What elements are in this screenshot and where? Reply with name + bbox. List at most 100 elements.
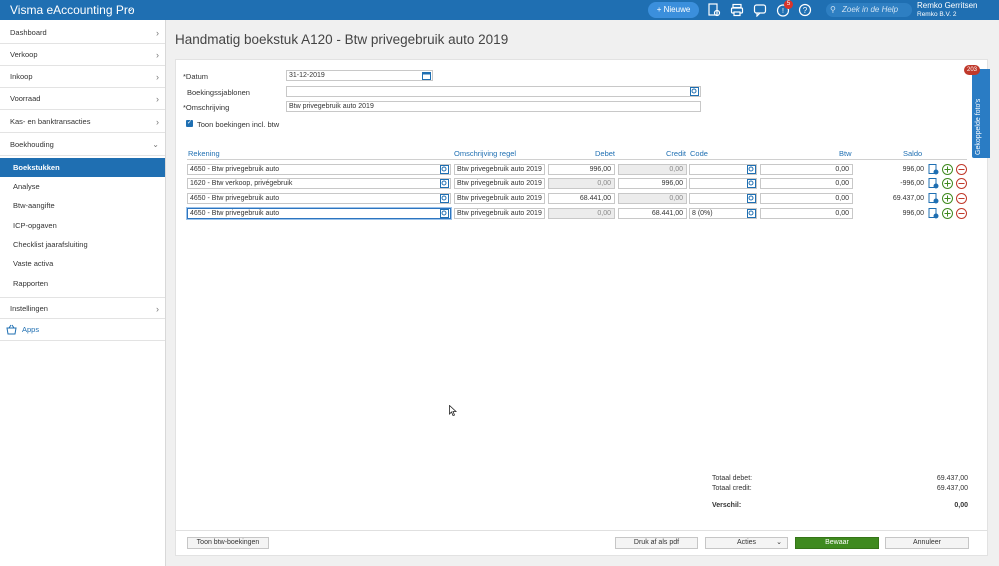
remove-row-icon[interactable] <box>956 193 967 204</box>
vat-field[interactable]: 0,00 <box>760 178 853 189</box>
lookup-icon[interactable] <box>690 87 699 96</box>
sidebar-subitem-icp-opgaven[interactable]: ICP-opgaven <box>0 216 165 235</box>
footer-divider <box>176 530 987 531</box>
description-field[interactable]: Btw privegebruik auto 2019 <box>286 101 701 112</box>
sidebar-item-kas-bank[interactable]: Kas- en banktransacties › <box>0 111 165 133</box>
chat-icon[interactable] <box>753 3 767 17</box>
account-field[interactable]: 1620 - Btw verkoop, privégebruik <box>187 178 451 189</box>
line-description-field[interactable]: Btw privegebruik auto 2019 <box>454 178 545 189</box>
account-field[interactable]: 4650 - Btw privegebruik auto <box>187 164 451 175</box>
new-button[interactable]: + Nieuwe <box>648 2 699 18</box>
document-link-icon[interactable] <box>928 208 939 219</box>
lookup-icon[interactable] <box>440 209 449 218</box>
line-description-field[interactable]: Btw privegebruik auto 2019 <box>454 164 545 175</box>
printer-icon[interactable] <box>730 3 744 17</box>
lookup-icon[interactable] <box>440 179 449 188</box>
chevron-down-icon[interactable]: ⌄ <box>127 4 134 13</box>
sidebar-subitem-analyse[interactable]: Analyse <box>0 177 165 196</box>
sidebar-item-instellingen[interactable]: Instellingen › <box>0 297 165 319</box>
help-search-input[interactable]: ⚲ Zoek in de Help <box>826 3 912 17</box>
row-balance: 996,00 <box>902 210 924 217</box>
sidebar-item-boekhouding[interactable]: Boekhouding ⌄ <box>0 134 165 156</box>
credit-field[interactable]: 996,00 <box>618 178 687 189</box>
sidebar: Dashboard › Verkoop › Inkoop › Voorraad › Ka… <box>0 20 166 566</box>
vat-field[interactable]: 0,00 <box>760 193 853 204</box>
help-icon[interactable]: ? <box>798 3 812 17</box>
row-balance: 69.437,00 <box>892 195 924 202</box>
show-vat-entries-button[interactable]: Toon btw-boekingen <box>187 537 269 549</box>
debit-field[interactable]: 0,00 <box>548 178 615 189</box>
sidebar-subitem-vaste-activa[interactable]: Vaste activa <box>0 254 165 273</box>
actions-dropdown[interactable]: Acties ⌄ <box>705 537 788 549</box>
row-balance: -996,00 <box>900 180 924 187</box>
lookup-icon[interactable] <box>747 179 756 188</box>
mouse-cursor-icon <box>449 405 457 416</box>
sidebar-item-label: Verkoop <box>10 50 38 59</box>
sidebar-item-label: Instellingen <box>10 304 48 313</box>
lookup-icon[interactable] <box>440 165 449 174</box>
lookup-icon[interactable] <box>747 194 756 203</box>
credit-field[interactable]: 68.441,00 <box>618 208 687 219</box>
sidebar-subitem-boekstukken[interactable]: Boekstukken <box>0 158 165 177</box>
col-header-credit: Credit <box>666 149 687 158</box>
template-field[interactable] <box>286 86 701 97</box>
top-bar: Visma eAccounting Pro ⌄ + Nieuwe ! 5 ? ⚲… <box>0 0 999 20</box>
difference-value: 0,00 <box>954 502 968 509</box>
debit-field[interactable]: 0,00 <box>548 208 615 219</box>
chevron-right-icon: › <box>156 304 159 314</box>
sidebar-item-inkoop[interactable]: Inkoop › <box>0 66 165 88</box>
lookup-icon[interactable] <box>747 165 756 174</box>
sidebar-item-verkoop[interactable]: Verkoop › <box>0 44 165 66</box>
user-name[interactable]: Remko Gerritsen <box>917 1 977 10</box>
account-field[interactable]: 4650 - Btw privegebruik auto <box>187 193 451 204</box>
date-field[interactable]: 31-12-2019 <box>286 70 433 81</box>
credit-field[interactable]: 0,00 <box>618 193 687 204</box>
plus-icon: + <box>656 5 664 14</box>
remove-row-icon[interactable] <box>956 164 967 175</box>
document-link-icon[interactable] <box>928 164 939 175</box>
debit-field[interactable]: 996,00 <box>548 164 615 175</box>
company-name[interactable]: Remko B.V. 2 <box>917 11 957 18</box>
line-description-field[interactable]: Btw privegebruik auto 2019 <box>454 208 545 219</box>
save-button[interactable]: Bewaar <box>795 537 879 549</box>
remove-row-icon[interactable] <box>956 208 967 219</box>
calendar-icon[interactable] <box>422 71 431 80</box>
sidebar-item-apps[interactable]: Apps <box>0 319 165 341</box>
debit-field[interactable]: 68.441,00 <box>548 193 615 204</box>
document-link-icon[interactable] <box>928 193 939 204</box>
sidebar-subitem-rapporten[interactable]: Rapporten <box>0 274 165 293</box>
credit-field[interactable]: 0,00 <box>618 164 687 175</box>
new-button-label: Nieuwe <box>663 5 691 14</box>
sidebar-subitem-checklist[interactable]: Checklist jaarafsluiting <box>0 235 165 254</box>
remove-row-icon[interactable] <box>956 178 967 189</box>
add-row-icon[interactable] <box>942 193 953 204</box>
col-header-debit: Debet <box>595 149 616 158</box>
cancel-button[interactable]: Annuleer <box>885 537 969 549</box>
col-header-account: Rekening <box>188 149 220 158</box>
notification-badge: 5 <box>784 0 793 9</box>
app-title[interactable]: Visma eAccounting Pro <box>10 3 135 17</box>
actions-label: Acties <box>736 539 757 546</box>
add-row-icon[interactable] <box>942 164 953 175</box>
show-incl-vat-checkbox[interactable]: ✓ <box>186 120 193 127</box>
row-balance: 996,00 <box>902 166 924 173</box>
sidebar-item-dashboard[interactable]: Dashboard › <box>0 22 165 44</box>
linked-photos-tab[interactable]: Gekoppelde foto's <box>972 69 990 158</box>
line-description-field[interactable]: Btw privegebruik auto 2019 <box>454 193 545 204</box>
chevron-right-icon: › <box>156 94 159 104</box>
vat-field[interactable]: 0,00 <box>760 164 853 175</box>
lookup-icon[interactable] <box>440 194 449 203</box>
total-debit-label: Totaal debet: <box>712 475 753 482</box>
account-field[interactable]: 4650 - Btw privegebruik auto <box>187 208 451 219</box>
vat-field[interactable]: 0,00 <box>760 208 853 219</box>
add-row-icon[interactable] <box>942 178 953 189</box>
col-header-vat: Btw <box>839 149 852 158</box>
lookup-icon[interactable] <box>747 209 756 218</box>
document-link-icon[interactable] <box>928 178 939 189</box>
print-pdf-button[interactable]: Druk af als pdf <box>615 537 698 549</box>
add-row-icon[interactable] <box>942 208 953 219</box>
document-search-icon[interactable] <box>707 3 721 17</box>
sidebar-item-voorraad[interactable]: Voorraad › <box>0 88 165 110</box>
sidebar-subitem-btw-aangifte[interactable]: Btw-aangifte <box>0 196 165 215</box>
template-label: Boekingssjablonen <box>187 88 250 97</box>
